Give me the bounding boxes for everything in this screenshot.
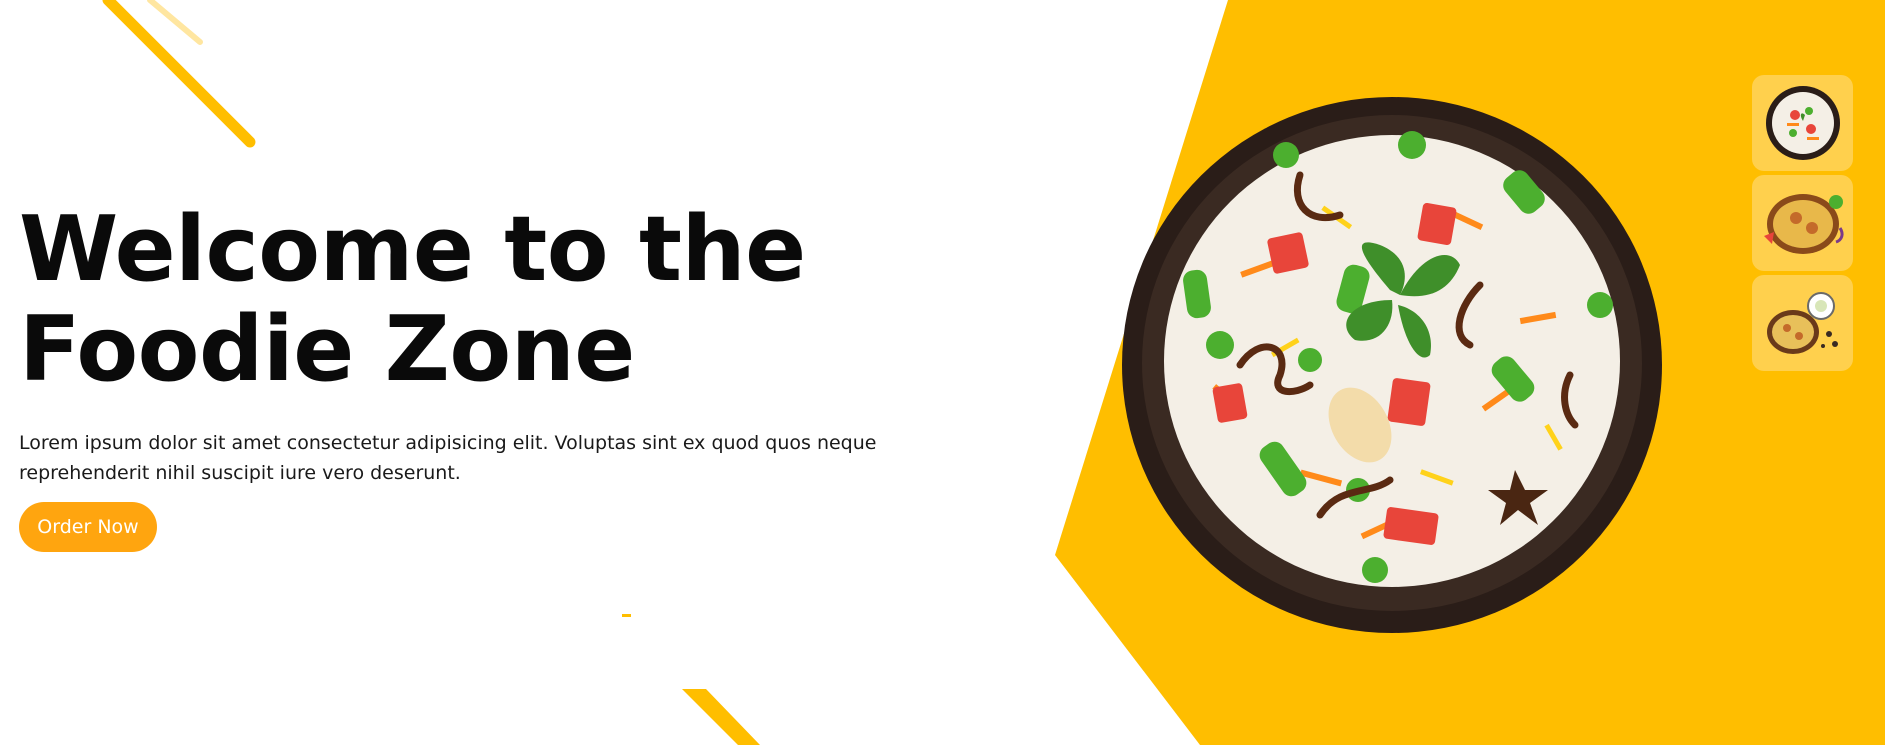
hero-section: Welcome to the Foodie Zone Lorem ipsum d… — [19, 200, 1019, 488]
thumbnail-2[interactable] — [1752, 175, 1853, 271]
thumbnail-3[interactable] — [1752, 275, 1853, 371]
veg-biryani-plate-icon — [1765, 86, 1840, 160]
decor-stroke-top-faint — [147, 0, 203, 45]
order-now-button[interactable]: Order Now — [19, 502, 157, 552]
chicken-biryani-plate-icon — [1763, 194, 1844, 254]
title-line-1: Welcome to the — [19, 197, 806, 302]
biryani-plate-image — [1122, 97, 1662, 633]
thumbnail-1[interactable] — [1752, 75, 1853, 171]
thumbnail-list — [1752, 75, 1853, 375]
page-title: Welcome to the Foodie Zone — [19, 200, 1019, 400]
biryani-with-raita-icon — [1766, 292, 1838, 354]
hero-description: Lorem ipsum dolor sit amet consectetur a… — [19, 432, 877, 484]
decor-dot — [622, 614, 631, 617]
decor-stroke-bottom — [682, 689, 760, 745]
title-line-2: Foodie Zone — [19, 297, 635, 402]
